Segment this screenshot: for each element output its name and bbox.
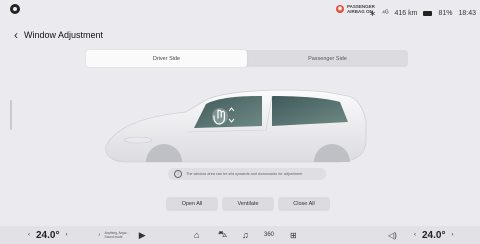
- bluetooth-icon: ∗: [369, 9, 376, 18]
- left-temp[interactable]: 24.0°: [36, 230, 59, 241]
- volume-icon[interactable]: ◁): [388, 226, 397, 244]
- info-icon: i: [174, 170, 182, 178]
- airbag-icon: ◉: [336, 5, 344, 13]
- camera-360-icon[interactable]: 360: [264, 226, 274, 244]
- close-all-button[interactable]: Close All: [278, 197, 330, 211]
- status-right: ∗ ⁴ᴳ 416 km 81% 18:43: [369, 9, 476, 18]
- music-icon[interactable]: ♫: [242, 226, 249, 244]
- brand-logo-icon: [10, 4, 20, 14]
- left-temp-up-icon[interactable]: ›: [65, 232, 67, 238]
- open-all-button[interactable]: Open All: [166, 197, 218, 211]
- status-bar: ◉ PASSENGER AIRBAG ON ∗ ⁴ᴳ 416 km 81% 18:…: [0, 0, 480, 22]
- media-subtitle: Sound mode: [104, 235, 123, 239]
- car-icon[interactable]: ⛍: [218, 226, 227, 244]
- battery-percent: 81%: [438, 10, 453, 17]
- right-climate: ‹ 24.0° ›: [414, 226, 453, 244]
- signal-icon: ⁴ᴳ: [382, 10, 389, 17]
- left-temp-down-icon[interactable]: ‹: [28, 232, 30, 238]
- range-text: 416 km: [394, 10, 418, 17]
- right-temp-down-icon[interactable]: ‹: [414, 232, 416, 238]
- home-icon[interactable]: ⌂: [194, 226, 199, 244]
- side-tabs: Driver Side Passenger Side: [86, 50, 408, 67]
- apps-grid-icon[interactable]: ⊞: [290, 226, 297, 244]
- media-widget[interactable]: ♪ Anything, Anyw... Sound mode ▶: [98, 226, 146, 244]
- right-temp-up-icon[interactable]: ›: [451, 232, 453, 238]
- car-illustration: [105, 89, 367, 163]
- camera-360-label: 360: [264, 232, 275, 238]
- hint-text: The window area can be slid upwards and …: [186, 172, 303, 176]
- bottom-dock: ‹ 24.0° › ♪ Anything, Anyw... Sound mode …: [0, 226, 480, 244]
- tab-driver-side[interactable]: Driver Side: [86, 50, 247, 67]
- music-note-icon: ♪: [98, 232, 101, 238]
- page-title: Window Adjustment: [24, 30, 104, 40]
- right-temp[interactable]: 24.0°: [422, 230, 445, 241]
- hint-pill: i The window area can be slid upwards an…: [168, 168, 326, 180]
- left-climate: ‹ 24.0° ›: [28, 226, 67, 244]
- play-icon[interactable]: ▶: [139, 230, 146, 241]
- tab-passenger-side[interactable]: Passenger Side: [247, 50, 408, 67]
- clock: 18:43: [458, 10, 476, 17]
- header: ‹ Window Adjustment: [14, 28, 103, 42]
- back-arrow-icon[interactable]: ‹: [14, 28, 18, 42]
- drawer-handle[interactable]: [10, 100, 12, 130]
- battery-icon: [423, 11, 433, 16]
- headlight: [123, 136, 153, 144]
- ventilate-button[interactable]: Ventilate: [222, 197, 274, 211]
